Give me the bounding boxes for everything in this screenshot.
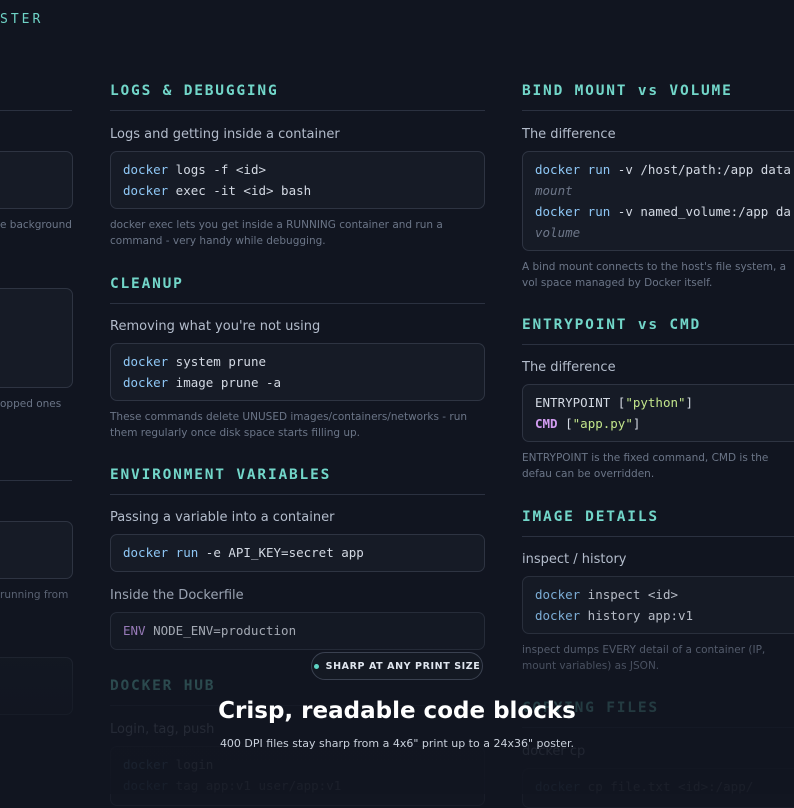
code-text: login — [168, 757, 214, 772]
code-keyword: docker — [123, 757, 169, 772]
rule-cleanup — [110, 303, 485, 304]
label-dockerfile: Inside the Dockerfile — [110, 588, 244, 603]
left-note-3: running from — [0, 589, 69, 601]
feature-pill: SHARP AT ANY PRINT SIZE — [311, 652, 483, 680]
code-keyword: docker run — [535, 162, 611, 177]
code-string: "app.py" — [572, 416, 633, 431]
label-image: inspect / history — [522, 552, 627, 567]
rule-env — [110, 494, 485, 495]
section-title-image: IMAGE DETAILS — [522, 509, 659, 525]
label-entry: The difference — [522, 360, 616, 375]
code-text: exec -it <id> bash — [168, 183, 312, 198]
note-entry: ENTRYPOINT is the fixed command, CMD is … — [522, 452, 769, 480]
label-hub: Login, tag, push — [110, 722, 215, 737]
pill-label: SHARP AT ANY PRINT SIZE — [325, 660, 481, 672]
code-keyword: docker run — [535, 204, 611, 219]
left-code-block-3 — [0, 521, 73, 579]
promo-headline: Crisp, readable code blocks — [218, 698, 576, 724]
label-env: Passing a variable into a container — [110, 510, 335, 525]
code-keyword: docker run — [123, 545, 199, 560]
code-keyword: docker — [123, 162, 169, 177]
code-keyword: docker — [535, 779, 581, 794]
pill-dot-icon — [313, 663, 319, 669]
code-text: tag app:v1 user/app:v1 — [168, 778, 342, 793]
rule-image — [522, 536, 794, 537]
section-title-env: ENVIRONMENT VARIABLES — [110, 467, 332, 483]
code-keyword: docker — [123, 778, 169, 793]
rule-bind — [522, 110, 794, 111]
code-keyword: docker — [123, 354, 169, 369]
code-text: ENTRYPOINT [ — [535, 395, 626, 410]
note-image: inspect dumps EVERY detail of a containe… — [522, 644, 766, 672]
rule-entry — [522, 344, 794, 345]
code-block-cleanup[interactable]: docker system prune docker image prune -… — [110, 343, 485, 401]
section-title-cleanup: CLEANUP — [110, 276, 184, 292]
rule-logs — [110, 110, 485, 111]
code-block-dockerfile[interactable]: ENV NODE_ENV=production — [110, 612, 485, 650]
code-text: ] — [685, 395, 694, 410]
promo-subline: 400 DPI files stay sharp from a 4x6" pri… — [219, 737, 575, 750]
left-code-block-1 — [0, 151, 73, 209]
section-title-hub: DOCKER HUB — [110, 678, 216, 694]
code-text: cp file.txt <id>:/app/ — [580, 779, 754, 794]
code-text: system prune — [168, 354, 266, 369]
left-rule-2 — [0, 480, 72, 481]
note-logs: docker exec lets you get inside a RUNNIN… — [110, 219, 443, 247]
code-keyword: docker — [123, 375, 169, 390]
code-text: -e API_KEY=secret app — [198, 545, 364, 560]
code-block-entry[interactable]: ENTRYPOINT ["python"] CMD ["app.py"] — [522, 384, 794, 442]
rule-copy — [522, 727, 794, 728]
code-text: [ — [557, 416, 573, 431]
code-text: logs -f <id> — [168, 162, 266, 177]
code-text: ] — [632, 416, 641, 431]
code-keyword: ENV — [123, 623, 146, 638]
section-title-bind: BIND MOUNT vs VOLUME — [522, 83, 733, 99]
code-comment: mount — [535, 183, 573, 198]
code-block-copy[interactable]: docker cp file.txt <id>:/app/ — [522, 768, 794, 808]
note-bind: A bind mount connects to the host's file… — [522, 261, 787, 289]
label-logs: Logs and getting inside a container — [110, 127, 340, 142]
code-block-logs[interactable]: docker logs -f <id> docker exec -it <id>… — [110, 151, 485, 209]
code-block-env[interactable]: docker run -e API_KEY=secret app — [110, 534, 485, 572]
section-title-logs: LOGS & DEBUGGING — [110, 83, 279, 99]
poster-brand: STER — [0, 12, 44, 27]
label-bind: The difference — [522, 127, 616, 142]
left-code-block-2 — [0, 288, 73, 388]
code-text: NODE_ENV=production — [145, 623, 297, 638]
code-comment: volume — [535, 225, 581, 240]
code-text: image prune -a — [168, 375, 282, 390]
code-text: -v /host/path:/app data — [610, 162, 791, 177]
code-text: -v named_volume:/app da — [610, 204, 791, 219]
code-text: history app:v1 — [580, 608, 694, 623]
left-note-2: opped ones — [0, 398, 62, 410]
code-string: "python" — [625, 395, 686, 410]
note-cleanup: These commands delete UNUSED images/cont… — [110, 411, 468, 439]
code-block-bind[interactable]: docker run -v /host/path:/app data mount… — [522, 151, 794, 251]
code-keyword: docker — [535, 587, 581, 602]
code-text: inspect <id> — [580, 587, 678, 602]
code-keyword: docker — [123, 183, 169, 198]
code-block-image[interactable]: docker inspect <id> docker history app:v… — [522, 576, 794, 634]
code-keyword: CMD — [535, 416, 558, 431]
section-title-entry: ENTRYPOINT vs CMD — [522, 317, 702, 333]
left-note-1: e background — [0, 219, 72, 231]
label-cleanup: Removing what you're not using — [110, 319, 321, 334]
code-keyword: docker — [535, 608, 581, 623]
code-block-hub[interactable]: docker login docker tag app:v1 user/app:… — [110, 746, 485, 806]
left-rule-1 — [0, 110, 72, 111]
